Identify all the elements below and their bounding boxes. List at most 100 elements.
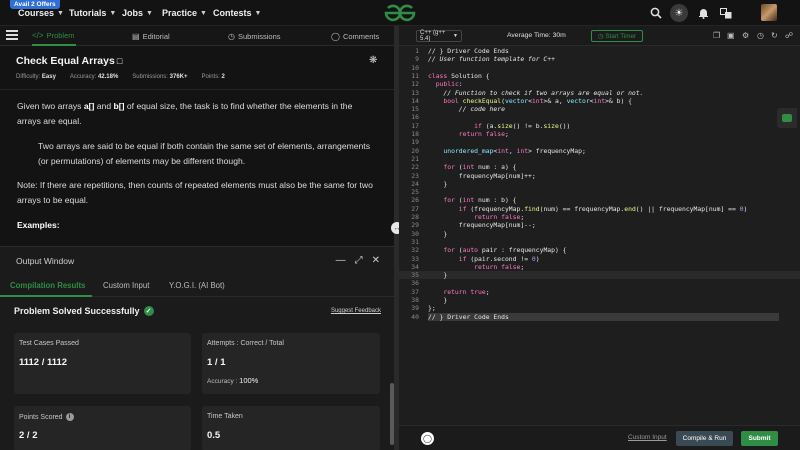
code-text: };: [428, 304, 436, 313]
code-line: 32 for (auto pair : frequencyMap) {: [399, 246, 800, 254]
code-line: 18 return false;: [399, 130, 800, 138]
compile-run-button[interactable]: Compile & Run: [676, 431, 733, 446]
tab-label: Comments: [342, 31, 380, 41]
nav-courses[interactable]: Courses ▼: [18, 8, 64, 18]
code-line: 28 return false;: [399, 213, 800, 221]
code-line: 40 // } Driver Code Ends: [399, 312, 800, 321]
suggest-feedback-link[interactable]: Suggest Feedback: [331, 308, 381, 314]
nav-label: Jobs: [122, 8, 144, 18]
attempts-card: Attempts : Correct / Total 1 / 1 Accurac…: [202, 333, 380, 394]
points-card: Points Scored i 2 / 2: [14, 406, 191, 450]
difficulty-value: Easy: [41, 74, 56, 80]
close-icon[interactable]: ✕: [372, 255, 380, 266]
nav-tutorials[interactable]: Tutorials ▼: [69, 8, 116, 18]
submissions-value: 376K+: [169, 74, 188, 80]
code-editor[interactable]: 1 // } Driver Code Ends 9 // User function …: [399, 46, 800, 425]
language-select[interactable]: C++ (g++ 5.4) ▼: [416, 30, 462, 42]
line-number: 35: [411, 271, 419, 280]
accuracy-value: 42.18%: [97, 74, 119, 80]
tab-comments[interactable]: ◯ Comments: [331, 26, 379, 46]
line-number: 22: [411, 163, 419, 172]
info-icon[interactable]: i: [65, 413, 74, 421]
line-number: 13: [411, 88, 419, 97]
problem-panel: Check Equal Arrays □ ❋ Difficulty: Easy A…: [0, 46, 394, 246]
tab-yogi-ai-bot[interactable]: Y.O.G.I. (AI Bot): [169, 281, 225, 290]
reload-icon[interactable]: ☍: [785, 31, 793, 40]
line-number: 36: [411, 279, 419, 288]
menu-icon[interactable]: [6, 30, 18, 40]
card-value: 0.5: [207, 430, 221, 441]
tab-editorial[interactable]: ▤ Editorial: [132, 26, 170, 46]
lightbulb-icon[interactable]: ◯: [421, 432, 434, 445]
fullscreen-icon[interactable]: ▣: [727, 31, 735, 40]
copy-icon[interactable]: ❐: [713, 31, 720, 40]
code-line: 29 frequencyMap[num]--;: [399, 221, 800, 229]
submit-button[interactable]: Submit: [741, 431, 778, 446]
history-icon[interactable]: ◷: [757, 31, 764, 40]
code-line: 24 }: [399, 180, 800, 188]
line-number: 10: [411, 63, 419, 72]
settings-icon[interactable]: ⚙: [742, 31, 749, 40]
nav-label: Courses: [18, 8, 55, 18]
code-text: if (pair.second != 0): [458, 254, 540, 263]
bell-icon[interactable]: [696, 6, 710, 20]
accuracy-label: Accuracy :: [207, 378, 238, 385]
status-text: Problem Solved Successfully: [14, 306, 140, 316]
gfg-logo-icon[interactable]: [383, 3, 417, 23]
nav-practice[interactable]: Practice ▼: [162, 8, 207, 18]
line-number: 33: [411, 254, 419, 263]
code-line: 37 return true;: [399, 288, 800, 296]
expand-icon[interactable]: ⤢: [355, 255, 363, 266]
code-text: }: [428, 229, 448, 238]
code-text: // Function to check if two arrays are e…: [428, 88, 644, 97]
code-text: public:: [435, 80, 463, 89]
report-bug-icon[interactable]: ❋: [369, 55, 377, 66]
tab-compilation-results[interactable]: Compilation Results: [10, 281, 85, 290]
tab-submissions[interactable]: ◷ Submissions: [228, 26, 281, 46]
comment-icon: ◯: [331, 31, 340, 41]
code-line: 12 public:: [399, 80, 800, 88]
bookmark-icon[interactable]: □: [117, 56, 122, 66]
active-tab-indicator: [0, 295, 92, 297]
start-timer-button[interactable]: ◷ Start Timer: [591, 30, 643, 42]
code-line: 1 // } Driver Code Ends: [399, 47, 800, 55]
tab-label: Problem: [46, 30, 75, 40]
line-number: 32: [411, 246, 419, 255]
difficulty-label: Difficulty:: [16, 74, 41, 80]
solved-status: Problem Solved Successfully ✓: [14, 306, 154, 316]
submissions-label: Submissions:: [132, 74, 168, 80]
document-icon: ▤: [132, 31, 140, 41]
code-line: 11 class Solution {: [399, 72, 800, 80]
code-line: 20 unordered_map<int, int> frequencyMap;: [399, 147, 800, 155]
card-value: 2 / 2: [19, 430, 38, 441]
tab-custom-input[interactable]: Custom Input: [103, 281, 149, 290]
tab-problem[interactable]: </> Problem: [32, 26, 76, 46]
editor-footer: ◯ Custom Input Compile & Run Submit: [399, 425, 800, 450]
search-icon[interactable]: [649, 6, 663, 20]
nav-label: Practice: [162, 8, 198, 18]
user-avatar[interactable]: [761, 4, 777, 21]
nav-contests[interactable]: Contests ▼: [213, 8, 261, 18]
custom-input-link[interactable]: Custom Input: [628, 434, 667, 441]
reset-icon[interactable]: ↻: [771, 31, 778, 40]
theme-toggle-sun-icon[interactable]: ☀: [670, 4, 688, 22]
output-window-title: Output Window: [16, 256, 75, 266]
code-line: 26 for (int num : b) {: [399, 196, 800, 204]
translate-icon[interactable]: [719, 6, 733, 20]
nav-jobs[interactable]: Jobs ▼: [122, 8, 153, 18]
minimize-icon[interactable]: —: [336, 255, 346, 266]
code-line: 10: [399, 64, 800, 72]
line-number: 30: [411, 229, 419, 238]
code-line: 15 // code here: [399, 105, 800, 113]
problem-tabs: </> Problem ▤ Editorial ◷ Submissions ◯ Comm…: [0, 26, 394, 46]
line-number: 29: [411, 221, 419, 230]
code-line: 34 return false;: [399, 263, 800, 271]
code-line: 33 if (pair.second != 0): [399, 255, 800, 263]
code-text: class Solution {: [428, 71, 490, 80]
nav-label: Contests: [213, 8, 252, 18]
editor-toolbar: C++ (g++ 5.4) ▼ Average Time: 30m ◷ Start …: [399, 26, 800, 46]
code-text: for (auto pair : frequencyMap) {: [443, 246, 567, 255]
examples-heading: Examples:: [17, 220, 60, 230]
line-number: 38: [411, 296, 419, 304]
chat-bubble-icon[interactable]: [777, 108, 797, 128]
